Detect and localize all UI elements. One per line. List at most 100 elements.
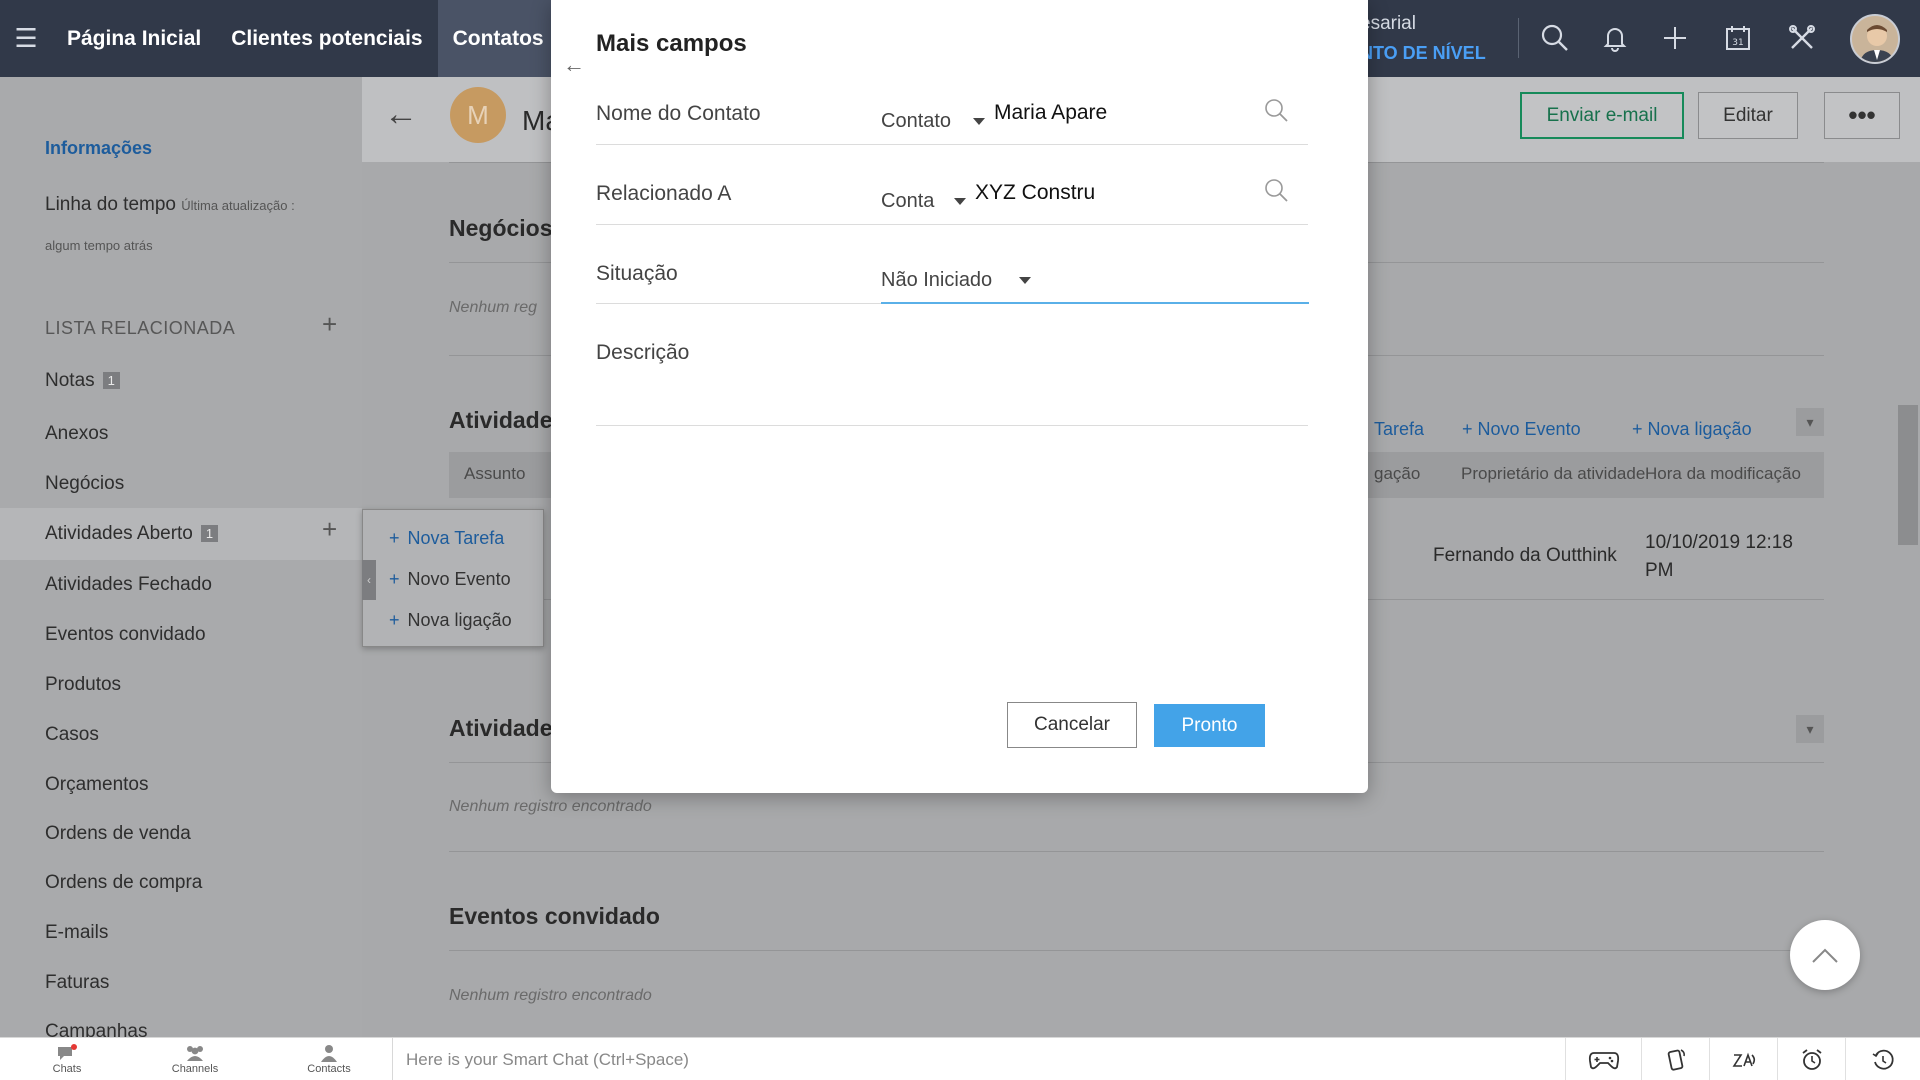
tab-label: Contacts [307,1063,351,1075]
alarm-clock-icon[interactable] [1777,1038,1845,1080]
chats-tab[interactable]: Chats [0,1038,134,1080]
new-task-link[interactable]: Tarefa [1374,419,1424,440]
sidebar-item-notes[interactable]: Notas 1 [45,370,120,392]
bell-icon[interactable] [1595,18,1635,58]
status-select[interactable]: Não Iniciado [881,269,992,292]
new-activity-menu: + Nova Tarefa + Novo Evento + Nova ligação [362,509,544,647]
sidebar-item-purchase-orders[interactable]: Ordens de compra [45,872,202,894]
sidebar-item-cases[interactable]: Casos [45,724,99,746]
menu-item-new-call[interactable]: + Nova ligação [389,610,512,631]
sidebar-item-attachments[interactable]: Anexos [45,423,108,445]
sidebar-item-invited-events[interactable]: Eventos convidado [45,624,206,646]
deals-section-title: Negócios [449,215,553,241]
related-list-header: LISTA RELACIONADA [45,318,236,338]
plus-icon: + [389,528,400,548]
tab-label: Chats [52,1063,82,1075]
edit-button[interactable]: Editar [1698,92,1798,139]
new-event-label: Novo Evento [1477,419,1581,439]
related-value[interactable]: XYZ Constru [975,181,1099,205]
caret-down-icon[interactable] [954,198,966,205]
signature-icon[interactable] [1709,1038,1777,1080]
add-activity-icon[interactable]: + [322,514,337,545]
more-fields-modal: ← Mais campos Nome do Contato Contato Ma… [551,0,1368,793]
open-activities-title: Atividade [449,407,553,433]
new-event-link[interactable]: + Novo Evento [1462,419,1581,440]
search-icon[interactable] [1535,18,1575,58]
calendar-icon[interactable]: 31 [1718,18,1758,58]
related-type-select[interactable]: Conta [881,190,934,213]
menu-item-new-task[interactable]: + Nova Tarefa [389,528,504,549]
timeline-when: algum tempo atrás [45,238,153,253]
back-arrow-icon[interactable]: ← [563,52,585,78]
scroll-to-top-button[interactable] [1790,920,1860,990]
description-field[interactable] [596,425,1308,426]
sidebar-item-closed-activities[interactable]: Atividades Fechado [45,574,212,596]
channels-tab[interactable]: Channels [128,1038,262,1080]
menu-item-new-event[interactable]: + Novo Evento [389,569,511,590]
caret-down-icon[interactable] [1019,277,1031,284]
sidebar-item-invoices[interactable]: Faturas [45,972,109,994]
modal-title: Mais campos [596,30,747,57]
search-icon[interactable] [1263,97,1289,123]
org-switcher[interactable]: esarial NTO DE NÍVEL [1360,0,1510,77]
mobile-icon[interactable] [1641,1038,1709,1080]
contacts-tab[interactable]: Contacts [262,1038,396,1080]
gamepad-icon[interactable] [1565,1038,1641,1080]
tab-contacts[interactable]: Contatos [437,0,559,77]
tab-label: Channels [171,1063,219,1075]
add-related-list-icon[interactable]: + [322,309,337,340]
caret-down-icon[interactable] [973,118,985,125]
tab-leads[interactable]: Clientes potenciais [216,0,437,77]
tools-icon[interactable] [1782,18,1822,58]
sidebar-item-open-activities[interactable]: Atividades Aberto 1 [45,523,219,545]
plus-icon: + [389,610,400,630]
events-empty-text: Nenhum registro encontrado [449,987,652,1004]
search-icon[interactable] [1263,177,1289,203]
plus-icon[interactable] [1655,18,1695,58]
scrollbar-thumb[interactable] [1898,405,1918,545]
org-name: esarial [1360,13,1416,34]
new-call-link[interactable]: + Nova ligação [1632,419,1752,440]
contact-type-select[interactable]: Contato [881,110,951,133]
collapse-handle-icon[interactable]: ‹ [362,560,376,600]
column-modified[interactable]: Hora da modificação [1645,464,1801,484]
menu-item-label: Novo Evento [407,569,511,589]
sidebar-item-emails[interactable]: E-mails [45,922,108,944]
more-options-button[interactable]: ••• [1824,92,1900,139]
send-email-button[interactable]: Enviar e-mail [1520,92,1684,139]
column-call[interactable]: gação [1374,464,1420,484]
tab-home[interactable]: Página Inicial [52,0,216,77]
divider [449,851,1824,852]
sidebar-item-products[interactable]: Produtos [45,674,121,696]
scrollbar-track[interactable] [1896,162,1920,1037]
contacts-icon [321,1045,337,1062]
sidebar-item-quotes[interactable]: Orçamentos [45,774,148,796]
svg-text:31: 31 [1732,38,1743,48]
done-button[interactable]: Pronto [1154,704,1265,747]
chevron-down-icon[interactable]: ▾ [1796,408,1824,436]
column-subject[interactable]: Assunto [464,464,525,484]
user-avatar[interactable] [1850,14,1900,64]
smart-chat-input[interactable]: Here is your Smart Chat (Ctrl+Space) [406,1050,689,1070]
divider [392,1038,393,1080]
nav-divider [1518,18,1519,58]
contact-value[interactable]: Maria Apare [994,101,1134,125]
sidebar-item-deals[interactable]: Negócios [45,473,124,495]
related-to-label: Relacionado A [596,182,732,205]
org-plan: NTO DE NÍVEL [1360,43,1486,63]
sidebar-item-label: Notas [45,370,95,391]
bottom-bar: Chats Channels Contacts Here is your Sma… [0,1037,1920,1080]
sidebar-info-link[interactable]: Informações [45,138,152,159]
history-icon[interactable] [1845,1038,1920,1080]
chevron-down-icon[interactable]: ▾ [1796,715,1824,743]
plus-icon: + [1462,419,1478,439]
contact-name-label: Nome do Contato [596,102,761,125]
sidebar-item-sales-orders[interactable]: Ordens de venda [45,823,191,845]
count-badge: 1 [200,525,219,543]
sidebar-timeline[interactable]: Linha do tempo Última atualização : [45,194,295,216]
column-owner[interactable]: Proprietário da atividade [1461,464,1645,484]
sidebar-item-campaigns[interactable]: Campanhas [45,1021,147,1037]
menu-icon[interactable]: ☰ [0,23,52,54]
back-arrow-icon[interactable]: ← [384,95,418,134]
cancel-button[interactable]: Cancelar [1007,702,1137,748]
